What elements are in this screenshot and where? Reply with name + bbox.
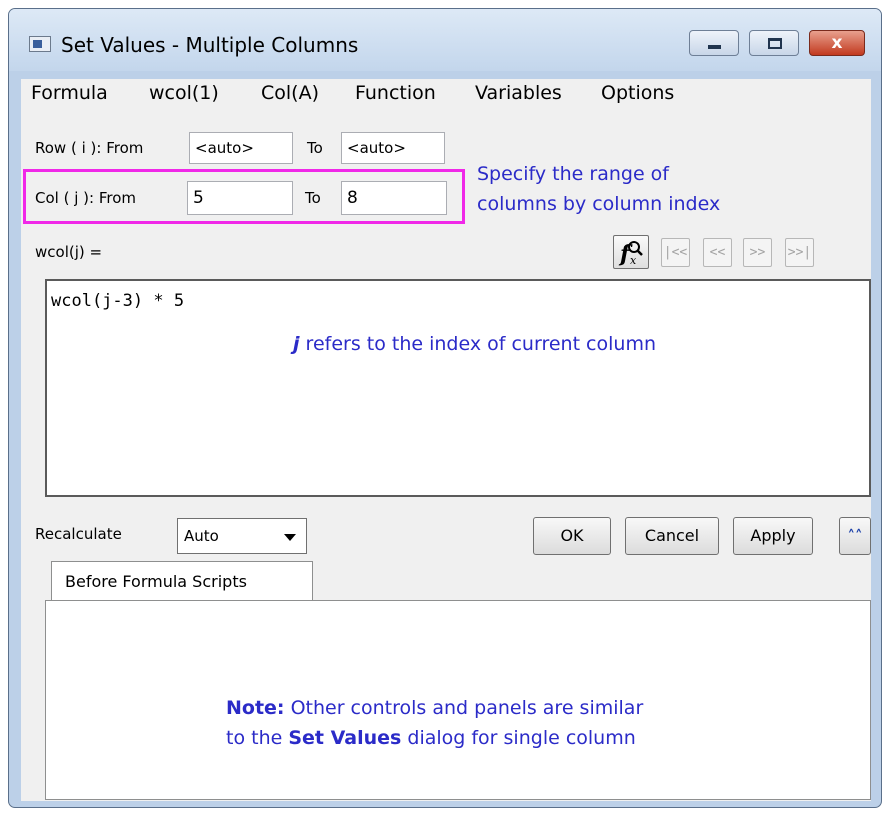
minimize-button[interactable] — [689, 30, 739, 56]
range-annotation-line2: columns by column index — [477, 193, 721, 215]
tab-before-formula-scripts[interactable]: Before Formula Scripts — [51, 561, 313, 601]
menu-options[interactable]: Options — [601, 82, 674, 104]
menu-wcol1[interactable]: wcol(1) — [149, 82, 219, 104]
maximize-button[interactable] — [749, 30, 799, 56]
note-text-2a: to the — [226, 727, 289, 749]
menu-cola[interactable]: Col(A) — [261, 82, 319, 104]
dropdown-arrow-icon — [284, 534, 296, 541]
menu-bar: Formula wcol(1) Col(A) Function Variable… — [21, 79, 871, 115]
formula-expression[interactable]: wcol(j-3) * 5 — [51, 291, 184, 311]
close-icon: x — [831, 33, 843, 53]
recalculate-value: Auto — [184, 527, 219, 545]
range-annotation-line1: Specify the range of — [477, 163, 669, 185]
cancel-button[interactable]: Cancel — [625, 517, 719, 555]
row-to-input[interactable]: <auto> — [341, 132, 445, 164]
row-from-input[interactable]: <auto> — [189, 132, 293, 164]
menu-formula[interactable]: Formula — [31, 82, 108, 104]
note-line-2: to the Set Values dialog for single colu… — [226, 723, 643, 753]
note-annotation: Note: Other controls and panels are simi… — [226, 693, 643, 753]
function-wizard-icon: f x — [618, 241, 643, 267]
editor-annotation: j refers to the index of current column — [293, 333, 656, 355]
before-formula-scripts-panel[interactable]: Note: Other controls and panels are simi… — [45, 600, 871, 800]
note-label: Note: — [226, 697, 285, 719]
ok-button[interactable]: OK — [533, 517, 611, 555]
col-from-label: Col ( j ): From — [35, 189, 136, 207]
menu-variables[interactable]: Variables — [475, 82, 562, 104]
note-emphasis: Set Values — [288, 727, 402, 749]
maximize-icon — [768, 38, 782, 49]
previous-column-button[interactable]: << — [703, 238, 732, 267]
formula-editor[interactable]: wcol(j-3) * 5 j refers to the index of c… — [45, 279, 871, 497]
set-values-dialog: Set Values - Multiple Columns x Formula … — [8, 8, 882, 808]
app-window-icon[interactable] — [29, 36, 51, 52]
col-to-label: To — [305, 189, 321, 207]
first-column-button[interactable]: |<< — [661, 238, 690, 267]
editor-annotation-text: refers to the index of current column — [299, 333, 656, 355]
dialog-client-area: Row ( i ): From <auto> To <auto> Col ( j… — [21, 115, 871, 801]
note-text-1: Other controls and panels are similar — [284, 697, 644, 719]
window-title: Set Values - Multiple Columns — [61, 33, 359, 57]
note-line-1: Note: Other controls and panels are simi… — [226, 693, 643, 723]
double-chevron-up-icon: ˄˄ — [847, 527, 863, 545]
row-to-label: To — [307, 139, 323, 157]
recalculate-label: Recalculate — [35, 525, 122, 543]
close-button[interactable]: x — [809, 30, 865, 56]
last-column-button[interactable]: >>| — [785, 238, 814, 267]
function-wizard-button[interactable]: f x — [613, 235, 649, 269]
menu-function[interactable]: Function — [355, 82, 436, 104]
apply-button[interactable]: Apply — [733, 517, 813, 555]
formula-label: wcol(j) = — [35, 243, 103, 261]
col-to-input[interactable]: 8 — [341, 181, 447, 215]
svg-text:x: x — [630, 254, 637, 267]
row-from-label: Row ( i ): From — [35, 139, 144, 157]
minimize-icon — [708, 45, 721, 49]
col-from-input[interactable]: 5 — [187, 181, 293, 215]
collapse-panel-button[interactable]: ˄˄ — [839, 517, 871, 555]
next-column-button[interactable]: >> — [743, 238, 772, 267]
title-bar[interactable]: Set Values - Multiple Columns x — [9, 9, 881, 71]
recalculate-select[interactable]: Auto — [177, 518, 307, 554]
note-text-2b: dialog for single column — [401, 727, 636, 749]
